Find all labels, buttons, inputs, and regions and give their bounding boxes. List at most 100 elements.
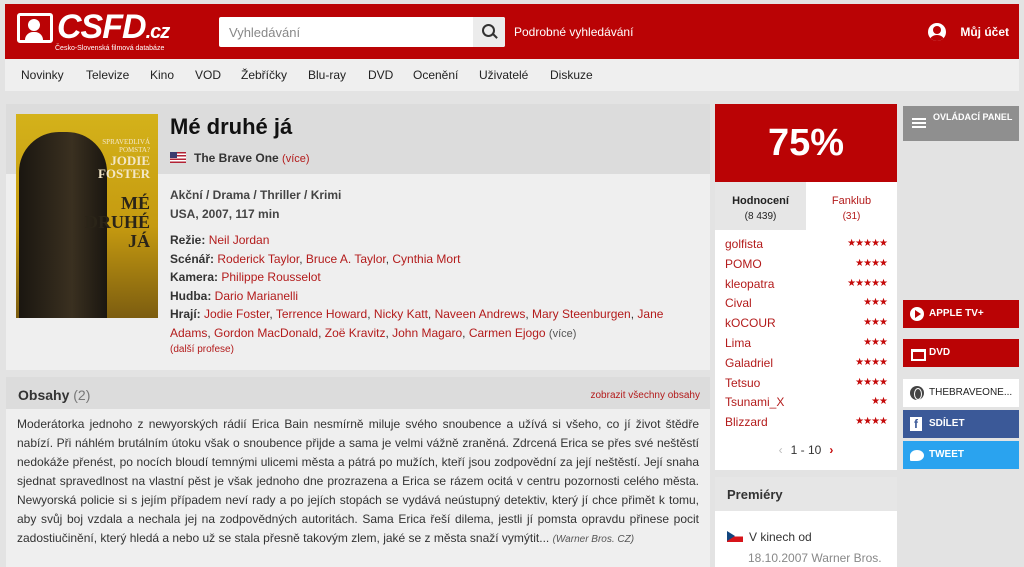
creator-link[interactable]: Philippe Rousselot <box>221 270 320 284</box>
rating-user-link[interactable]: Lima <box>725 336 751 350</box>
cast-more-link[interactable]: (více) <box>549 328 577 340</box>
nav-item-bluray[interactable]: Blu-ray <box>308 68 346 82</box>
rating-row: Blizzard ★★★★ <box>725 415 889 435</box>
control-panel-button[interactable]: OVLÁDACÍ PANEL <box>903 106 1019 141</box>
plots-title-text: Obsahy <box>18 387 70 403</box>
globe-icon <box>910 386 924 400</box>
actor-link[interactable]: Terrence Howard <box>276 307 367 321</box>
show-all-plots-link[interactable]: zobrazit všechny obsahy <box>590 390 700 401</box>
creator-link[interactable]: Cynthia Mort <box>392 252 460 266</box>
search-box <box>219 17 505 47</box>
actor-link[interactable]: John Magaro <box>392 326 462 340</box>
writers-row: Scénář: Roderick Taylor, Bruce A. Taylor… <box>170 251 461 266</box>
rating-row: Tetsuo ★★★★ <box>725 376 889 396</box>
cast-label: Hrají: <box>170 307 201 321</box>
plot-body: Moderátorka jednoho z newyorských rádií … <box>17 417 699 545</box>
pager-range: 1 - 10 <box>790 443 822 457</box>
rating-user-link[interactable]: Galadriel <box>725 356 773 370</box>
film-title: Mé druhé já <box>170 114 293 139</box>
camera-label: Kamera: <box>170 270 219 284</box>
play-icon <box>910 307 924 321</box>
tab-ratings-label: Hodnocení <box>732 195 789 207</box>
search-icon[interactable] <box>473 17 505 47</box>
nav-item-novinky[interactable]: Novinky <box>21 68 64 82</box>
creator-link[interactable]: Bruce A. Taylor <box>306 252 386 266</box>
film-info-panel: SPRAVEDLIVÁ POMSTA? JODIE FOSTER MÉ DRUH… <box>6 104 710 370</box>
actor-link[interactable]: Jodie Foster <box>204 307 269 321</box>
plot-text: Moderátorka jednoho z newyorských rádií … <box>17 415 699 549</box>
nav-item-vod[interactable]: VOD <box>195 68 221 82</box>
rating-row: kOCOUR ★★★ <box>725 316 889 336</box>
nav-item-dvd[interactable]: DVD <box>368 68 393 82</box>
film-genres: Akční / Drama / Thriller / Krimi <box>170 188 342 202</box>
nav-item-oceneni[interactable]: Ocenění <box>413 68 458 82</box>
tab-fanclub[interactable]: Fanklub (31) <box>806 182 897 230</box>
rating-user-link[interactable]: POMO <box>725 257 762 271</box>
cast-row: Hrají: Jodie Foster, Terrence Howard, Ni… <box>170 307 664 340</box>
advanced-search-link[interactable]: Podrobné vyhledávání <box>514 25 633 39</box>
cart-icon <box>910 346 926 361</box>
rating-user-link[interactable]: kleopatra <box>725 277 774 291</box>
ratings-pager: ‹ 1 - 10 › <box>715 443 897 457</box>
rating-row: POMO ★★★★ <box>725 257 889 277</box>
poster-title: MÉ DRUHÉ JÁ <box>84 193 150 251</box>
premiere-label: V kinech od <box>749 530 812 544</box>
creator-link[interactable]: Dario Marianelli <box>215 289 298 303</box>
actor-link[interactable]: Carmen Ejogo <box>469 326 546 340</box>
rating-panel: 75% Hodnocení (8 439) Fanklub (31) golfist… <box>715 104 897 470</box>
original-title: The Brave One (více) <box>170 151 310 165</box>
actor-link[interactable]: Nicky Katt <box>374 307 428 321</box>
nav-item-diskuze[interactable]: Diskuze <box>550 68 593 82</box>
account-link[interactable]: Můj účet <box>928 23 1009 41</box>
premiere-date: 18.10.2007 Warner Bros. CZ <box>748 551 882 567</box>
rating-user-link[interactable]: kOCOUR <box>725 316 776 330</box>
pager-next-icon[interactable]: › <box>829 443 833 457</box>
rating-user-link[interactable]: Tsunami_X <box>725 395 784 409</box>
actor-link[interactable]: Gordon MacDonald <box>214 326 318 340</box>
rating-user-link[interactable]: Cival <box>725 296 752 310</box>
tweet-label: TWEET <box>929 449 964 460</box>
rating-row: kleopatra ★★★★★ <box>725 277 889 297</box>
rating-percent: 75% <box>715 104 897 182</box>
nav-item-zebricky[interactable]: Žebříčky <box>241 68 287 82</box>
star-rating-icon: ★★ <box>871 396 888 408</box>
star-rating-icon: ★★★ <box>863 317 888 329</box>
film-poster[interactable]: SPRAVEDLIVÁ POMSTA? JODIE FOSTER MÉ DRUH… <box>16 114 158 318</box>
dvd-button[interactable]: DVD <box>903 339 1019 367</box>
rating-user-link[interactable]: Blizzard <box>725 415 768 429</box>
website-button[interactable]: THEBRAVEONE... <box>903 379 1019 407</box>
creator-link[interactable]: Roderick Taylor <box>217 252 299 266</box>
nav-item-uzivatele[interactable]: Uživatelé <box>479 68 528 82</box>
more-professions-link[interactable]: (další profese) <box>170 344 234 355</box>
rating-user-link[interactable]: golfista <box>725 237 763 251</box>
rating-row: golfista ★★★★★ <box>725 237 889 257</box>
actor-link[interactable]: Naveen Andrews <box>435 307 526 321</box>
nav-item-kino[interactable]: Kino <box>150 68 174 82</box>
tab-ratings-count: (8 439) <box>744 211 777 222</box>
apple-tv-label: APPLE TV+ <box>929 308 984 319</box>
search-input[interactable] <box>219 17 469 47</box>
actor-link[interactable]: Zoë Kravitz <box>325 326 386 340</box>
plots-header: Obsahy (2) zobrazit všechny obsahy <box>6 377 710 409</box>
csfd-logo[interactable]: CSFD.cz Česko-Slovenská filmová databáze <box>17 8 182 56</box>
cz-flag-icon <box>727 531 743 542</box>
facebook-share-button[interactable]: f SDÍLET <box>903 410 1019 438</box>
star-rating-icon: ★★★★ <box>855 416 888 428</box>
music-row: Hudba: Dario Marianelli <box>170 287 700 306</box>
website-label: THEBRAVEONE... <box>929 387 1013 398</box>
actor-link[interactable]: Mary Steenburgen <box>532 307 631 321</box>
logo-subtitle: Česko-Slovenská filmová databáze <box>55 45 165 52</box>
nav-item-televize[interactable]: Televize <box>86 68 129 82</box>
tab-ratings[interactable]: Hodnocení (8 439) <box>715 182 806 230</box>
original-more-link[interactable]: (více) <box>282 153 310 165</box>
apple-tv-button[interactable]: APPLE TV+ <box>903 300 1019 328</box>
twitter-tweet-button[interactable]: TWEET <box>903 441 1019 469</box>
account-label: Můj účet <box>960 25 1009 39</box>
top-bar: CSFD.cz Česko-Slovenská filmová databáze… <box>5 4 1019 59</box>
rating-user-link[interactable]: Tetsuo <box>725 376 760 390</box>
creator-link[interactable]: Neil Jordan <box>209 233 270 247</box>
us-flag-icon <box>170 152 186 163</box>
plot-source: (Warner Bros. CZ) <box>552 534 635 545</box>
star-rating-icon: ★★★ <box>863 297 888 309</box>
pager-prev-icon[interactable]: ‹ <box>779 443 783 457</box>
